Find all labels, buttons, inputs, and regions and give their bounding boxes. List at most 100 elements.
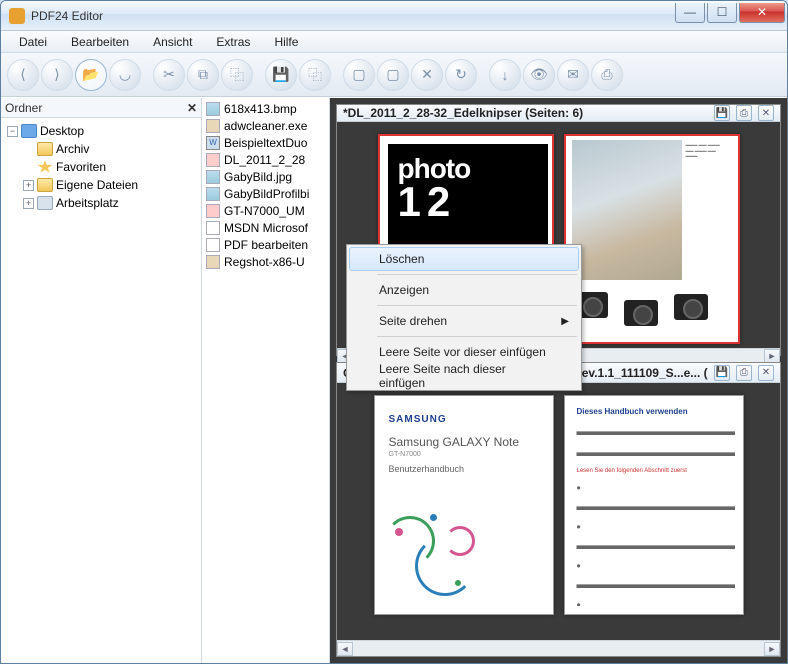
ctx-view[interactable]: Anzeigen (349, 278, 579, 302)
model-label: GT-N7000 (389, 451, 531, 458)
forward-button[interactable]: ⟩ (41, 59, 73, 91)
toolbar: ⟨ ⟩ 📂 ◡ ✂ ⧉ ⿻ 💾 ⿻ ▢ ▢ ✕ ↻ ↓ 👁 ✉ ⎙ (1, 53, 787, 97)
tree-label: Archiv (56, 142, 89, 156)
file-name: DL_2011_2_28 (224, 153, 305, 167)
ctx-rotate[interactable]: Seite drehen ▶ (349, 309, 579, 333)
folder-icon (37, 178, 53, 192)
save-all-button[interactable]: ⿻ (299, 59, 331, 91)
cut-button[interactable]: ✂ (153, 59, 185, 91)
tree-label: Favoriten (56, 160, 106, 174)
menu-extras[interactable]: Extras (204, 32, 262, 52)
submenu-arrow-icon: ▶ (561, 316, 569, 327)
ctx-label: Löschen (379, 252, 424, 266)
minimize-button[interactable]: — (675, 3, 705, 23)
manual-heading: Dieses Handbuch verwenden (577, 406, 723, 418)
doc-close-icon[interactable]: ✕ (758, 105, 774, 121)
file-name: GabyBild.jpg (224, 170, 292, 184)
view-button[interactable]: 👁 (523, 59, 555, 91)
mail-button[interactable]: ✉ (557, 59, 589, 91)
expand-icon[interactable]: + (23, 180, 34, 191)
ctx-separator (377, 274, 577, 275)
doc-save-icon[interactable]: 💾 (714, 365, 730, 381)
file-item[interactable]: DL_2011_2_28 (202, 151, 329, 168)
doc-save-icon[interactable]: 💾 (714, 105, 730, 121)
page-button[interactable]: ▢ (343, 59, 375, 91)
folder-panel-close-icon[interactable]: ✕ (187, 101, 197, 115)
scroll-left-icon[interactable]: ◄ (337, 642, 353, 656)
file-item[interactable]: adwcleaner.exe (202, 117, 329, 134)
pdf-page[interactable]: SAMSUNG Samsung GALAXY Note GT-N7000 Ben… (374, 395, 554, 615)
document-2: GT-N7000_UM_Open_Gingerbread_Ger_Rev.1.1… (336, 362, 781, 657)
ctx-separator (377, 305, 577, 306)
expand-icon[interactable]: + (23, 198, 34, 209)
tree-item[interactable]: Archiv (3, 140, 199, 158)
file-name: GT-N7000_UM (224, 204, 305, 218)
file-item[interactable]: WBeispieltextDuo (202, 134, 329, 151)
ctx-delete[interactable]: Löschen (349, 247, 579, 271)
tree-item[interactable]: + Arbeitsplatz (3, 194, 199, 212)
doc-print-icon[interactable]: ⎙ (736, 105, 752, 121)
expand-icon[interactable]: − (7, 126, 18, 137)
ctx-label: Anzeigen (379, 283, 429, 297)
folder-panel: Ordner ✕ −Desktop Archiv Favoriten +Eige… (1, 98, 202, 663)
back-button[interactable]: ⟨ (7, 59, 39, 91)
file-item[interactable]: PDF bearbeiten (202, 236, 329, 253)
print-button[interactable]: ⎙ (591, 59, 623, 91)
save-button[interactable]: 💾 (265, 59, 297, 91)
menu-datei[interactable]: Datei (7, 32, 59, 52)
scroll-right-icon[interactable]: ► (764, 349, 780, 363)
window-title: PDF24 Editor (31, 9, 673, 23)
maximize-button[interactable]: ☐ (707, 3, 737, 23)
paste-button[interactable]: ⿻ (221, 59, 253, 91)
pdf-icon (206, 204, 220, 218)
file-item[interactable]: Regshot-x86-U (202, 253, 329, 270)
folder-tree: −Desktop Archiv Favoriten +Eigene Dateie… (1, 118, 201, 663)
file-item[interactable]: GabyBildProfilbi (202, 185, 329, 202)
page-graphic: SAMSUNG Samsung GALAXY Note GT-N7000 Ben… (375, 396, 545, 606)
file-name: Regshot-x86-U (224, 255, 305, 269)
delete-button[interactable]: ✕ (411, 59, 443, 91)
exe-icon (206, 255, 220, 269)
down-button[interactable]: ↓ (489, 59, 521, 91)
scrollbar[interactable]: ◄ ► (337, 640, 780, 656)
file-item[interactable]: GT-N7000_UM (202, 202, 329, 219)
ctx-label: Seite drehen (379, 314, 447, 328)
file-name: 618x413.bmp (224, 102, 297, 116)
folder-icon (37, 142, 53, 156)
scroll-right-icon[interactable]: ► (764, 642, 780, 656)
pages-button[interactable]: ▢ (377, 59, 409, 91)
file-item[interactable]: GabyBild.jpg (202, 168, 329, 185)
document-header: *DL_2011_2_28-32_Edelknipser (Seiten: 6)… (337, 105, 780, 122)
page-graphic: Dieses Handbuch verwenden ▬▬▬▬▬▬▬▬▬▬▬▬▬▬… (565, 396, 735, 606)
image-icon (206, 187, 220, 201)
rotate-button[interactable]: ↻ (445, 59, 477, 91)
file-list-panel: 618x413.bmp adwcleaner.exe WBeispieltext… (202, 98, 330, 663)
bookmark-button[interactable]: ◡ (109, 59, 141, 91)
file-item[interactable]: MSDN Microsof (202, 219, 329, 236)
pdf-page[interactable]: ▬▬▬ ▬▬ ▬▬▬ ▬▬ ▬▬▬ ▬▬ ▬▬▬ (564, 134, 740, 344)
pdf-page[interactable]: Dieses Handbuch verwenden ▬▬▬▬▬▬▬▬▬▬▬▬▬▬… (564, 395, 744, 615)
close-button[interactable]: ✕ (739, 3, 785, 23)
ctx-insert-before[interactable]: Leere Seite vor dieser einfügen (349, 340, 579, 364)
menu-hilfe[interactable]: Hilfe (262, 32, 310, 52)
file-name: MSDN Microsof (224, 221, 308, 235)
brand-label: SAMSUNG (389, 414, 531, 425)
doc-close-icon[interactable]: ✕ (758, 365, 774, 381)
product-label: Samsung GALAXY Note (389, 435, 520, 449)
tree-item[interactable]: −Desktop (3, 122, 199, 140)
tree-item[interactable]: +Eigene Dateien (3, 176, 199, 194)
copy-button[interactable]: ⧉ (187, 59, 219, 91)
document-body[interactable]: SAMSUNG Samsung GALAXY Note GT-N7000 Ben… (337, 383, 780, 640)
tree-item[interactable]: Favoriten (3, 158, 199, 176)
file-item[interactable]: 618x413.bmp (202, 100, 329, 117)
menu-bearbeiten[interactable]: Bearbeiten (59, 32, 141, 52)
tree-label: Arbeitsplatz (56, 196, 119, 210)
menu-ansicht[interactable]: Ansicht (141, 32, 204, 52)
ctx-insert-after[interactable]: Leere Seite nach dieser einfügen (349, 364, 579, 388)
titlebar: PDF24 Editor — ☐ ✕ (1, 1, 787, 31)
image-icon (206, 170, 220, 184)
folder-panel-title: Ordner (5, 101, 187, 115)
open-button[interactable]: 📂 (75, 59, 107, 91)
pc-icon (37, 196, 53, 210)
doc-print-icon[interactable]: ⎙ (736, 365, 752, 381)
